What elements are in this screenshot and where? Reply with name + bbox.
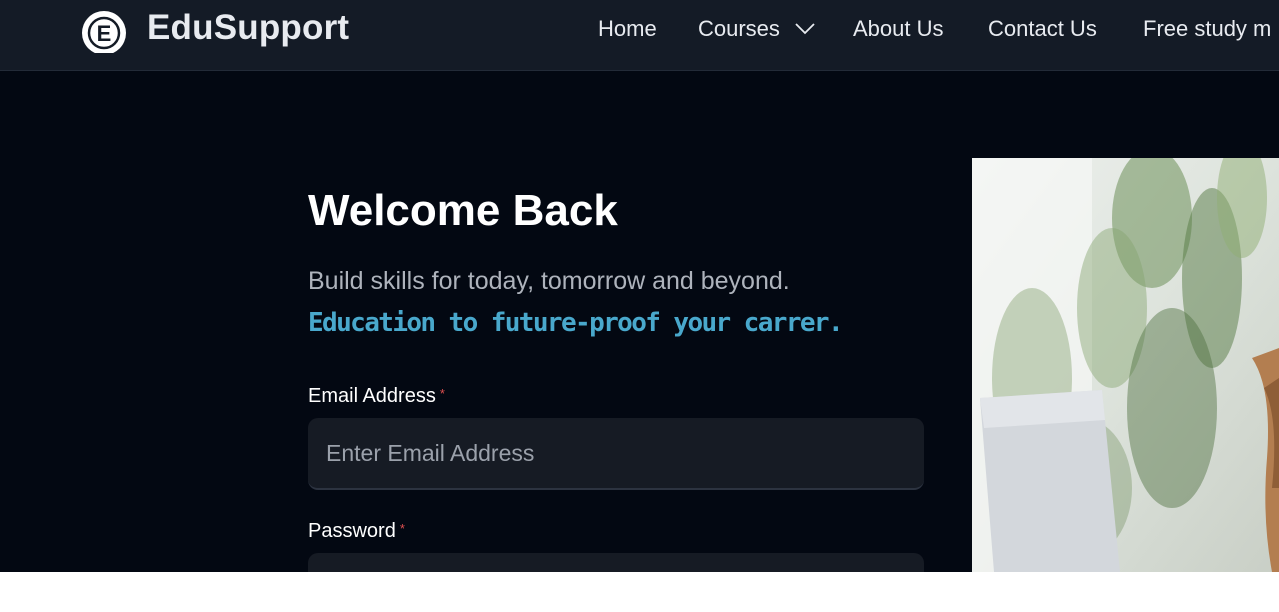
email-label-text: Email Address — [308, 385, 436, 407]
page-viewport: E EduSupport Home Courses About Us Conta… — [0, 0, 1279, 572]
top-navbar: E EduSupport Home Courses About Us Conta… — [0, 0, 1279, 71]
page-tagline: Education to future-proof your carrer. — [308, 308, 844, 338]
brand-name[interactable]: EduSupport — [147, 6, 349, 50]
nav-courses[interactable]: Courses — [698, 14, 780, 44]
password-label: Password * — [308, 518, 405, 544]
edusupport-logo-icon[interactable]: E — [80, 9, 128, 53]
nav-home[interactable]: Home — [598, 14, 657, 44]
hero-photo-illustration — [972, 158, 1279, 572]
required-mark: * — [439, 386, 445, 401]
hero-image — [972, 158, 1279, 572]
email-input[interactable] — [308, 418, 924, 490]
password-input[interactable] — [308, 553, 924, 572]
email-label: Email Address * — [308, 383, 445, 409]
password-label-text: Password — [308, 520, 396, 542]
chevron-down-icon[interactable] — [795, 22, 815, 36]
nav-about-us[interactable]: About Us — [853, 14, 944, 44]
logo-letter: E — [97, 21, 112, 46]
nav-free-study-materials[interactable]: Free study m — [1143, 14, 1271, 44]
required-mark: * — [399, 521, 405, 536]
page-title: Welcome Back — [308, 186, 618, 235]
page-subtitle: Build skills for today, tomorrow and bey… — [308, 267, 790, 295]
nav-contact-us[interactable]: Contact Us — [988, 14, 1097, 44]
